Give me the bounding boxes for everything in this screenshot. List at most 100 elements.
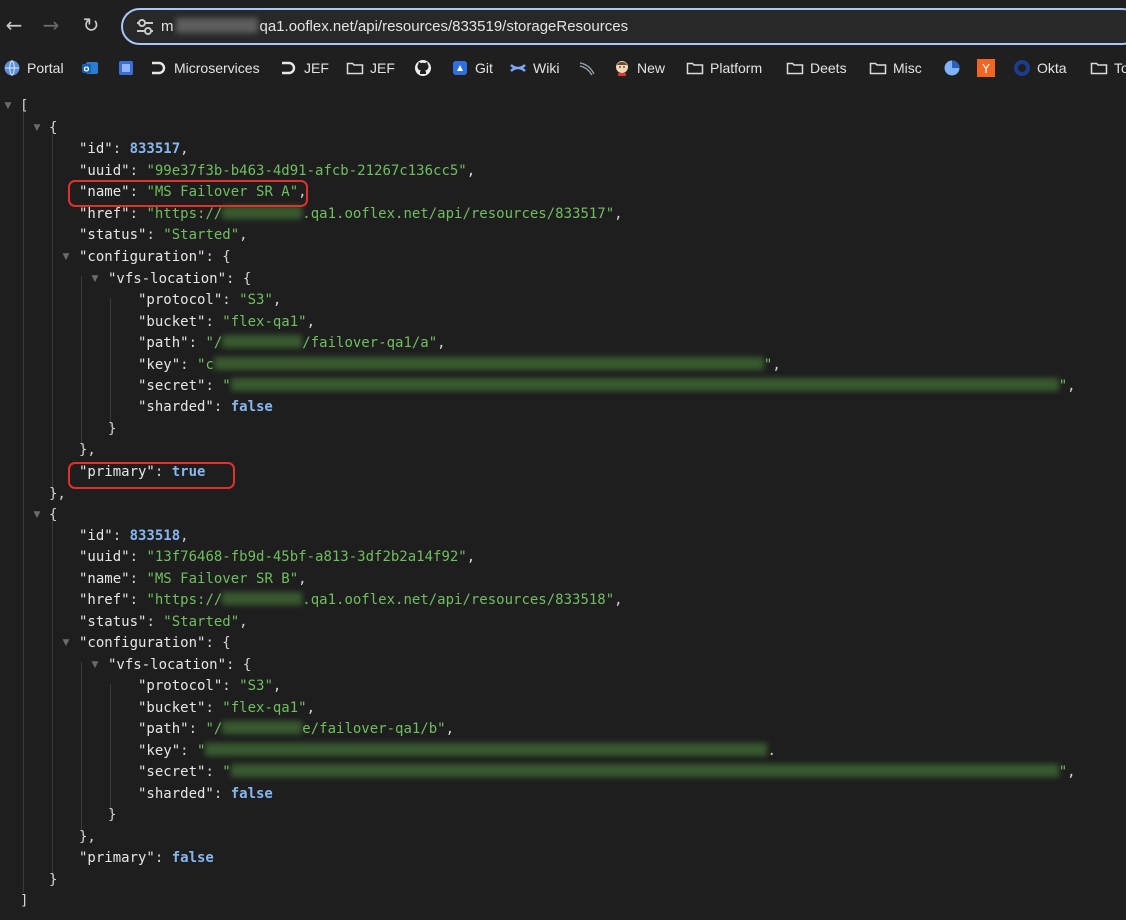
json-line-status: "status": "Started", [79, 614, 248, 630]
json-object-close: } [108, 807, 117, 823]
ooflex-logo-icon [280, 59, 298, 77]
json-line-secret: "secret": " ", [138, 378, 1076, 394]
highlight-name-box [68, 180, 308, 207]
redacted-text [213, 357, 764, 370]
indent-guide [52, 520, 53, 880]
browser-chrome: ← → ↻ m qa1.ooflex.net/api/resources/8335… [0, 0, 1126, 90]
svg-text:Y: Y [981, 62, 990, 76]
swoosh-icon [578, 59, 596, 77]
url-prefix: m [161, 18, 174, 35]
gitlab-icon [451, 59, 469, 77]
json-line-name: "name": "MS Failover SR B", [79, 571, 307, 587]
json-line-sharded: "sharded": false [138, 399, 273, 415]
json-line-secret: "secret": " ", [138, 764, 1076, 780]
json-line-status: "status": "Started", [79, 227, 248, 243]
json-line-id: "id": 833518, [79, 528, 189, 544]
globe-icon [3, 59, 21, 77]
folder-icon [346, 59, 364, 77]
bookmark-label: JEF [370, 60, 395, 76]
json-line-configuration: "configuration": { [79, 635, 231, 651]
bookmark-folder-platform[interactable]: Platform [686, 54, 762, 82]
bookmark-outlook[interactable]: O [81, 54, 105, 82]
address-bar[interactable]: m qa1.ooflex.net/api/resources/833519/sto… [121, 8, 1126, 45]
bookmark-git[interactable]: Git [451, 54, 493, 82]
bookmark-folder-jef[interactable]: JEF [346, 54, 395, 82]
bookmark-new[interactable]: New [613, 54, 665, 82]
folder-icon [869, 59, 887, 77]
bookmark-label: Microservices [174, 60, 260, 76]
json-line-bucket: "bucket": "flex-qa1", [138, 314, 316, 330]
json-object-close: }, [49, 486, 66, 502]
bookmark-label: New [637, 60, 666, 76]
json-line-href: "href": "https://.qa1.ooflex.net/api/res… [79, 592, 623, 608]
json-object-close: } [108, 421, 117, 437]
json-line-bucket: "bucket": "flex-qa1", [138, 700, 316, 716]
json-line-href: "href": "https://.qa1.ooflex.net/api/res… [79, 206, 623, 222]
y-combinator-icon: Y [977, 59, 995, 77]
indent-guide [81, 662, 82, 832]
collapse-toggle[interactable]: ▼ [31, 505, 43, 526]
bookmark-jef[interactable]: JEF [280, 54, 329, 82]
bookmark-microservices[interactable]: Microservices [150, 54, 260, 82]
indent-guide [81, 276, 82, 446]
collapse-toggle[interactable]: ▼ [60, 633, 72, 654]
collapse-toggle[interactable]: ▼ [2, 96, 14, 117]
bookmark-folder-misc[interactable]: Misc [869, 54, 922, 82]
json-line-configuration: "configuration": { [79, 249, 231, 265]
collapse-toggle[interactable]: ▼ [60, 247, 72, 268]
json-open-bracket: [ [20, 98, 29, 114]
forward-button[interactable]: → [38, 12, 64, 38]
indent-guide [23, 112, 24, 892]
folder-icon [786, 59, 804, 77]
json-object-open: { [49, 507, 58, 523]
bookmark-github[interactable] [414, 54, 438, 82]
json-line-path: "path": "//failover-qa1/a", [138, 335, 446, 351]
indent-guide [110, 684, 111, 812]
bookmark-folder-deets[interactable]: Deets [786, 54, 847, 82]
redacted-text [222, 592, 303, 605]
folder-icon [686, 59, 704, 77]
redacted-text [222, 206, 303, 219]
okta-icon [1013, 59, 1031, 77]
redacted-text [222, 721, 303, 734]
collapse-toggle[interactable]: ▼ [31, 118, 43, 139]
url-suffix: qa1.ooflex.net/api/resources/833519/stor… [259, 18, 629, 35]
json-line-protocol: "protocol": "S3", [138, 678, 282, 694]
json-object-open: { [49, 120, 58, 136]
json-line-key: "key": ". [138, 743, 776, 759]
outlook-icon: O [81, 59, 99, 77]
bookmark-folder-to[interactable]: To [1090, 54, 1126, 82]
pie-icon [943, 59, 961, 77]
collapse-toggle[interactable]: ▼ [89, 655, 101, 676]
json-line-vfs-location: "vfs-location": { [108, 271, 252, 287]
indent-guide [52, 134, 53, 494]
highlight-primary-box [68, 462, 235, 489]
redacted-host [175, 18, 258, 33]
redacted-text [205, 743, 768, 756]
redacted-text [230, 764, 1059, 777]
bookmark-label: Platform [710, 60, 763, 76]
json-line-sharded: "sharded": false [138, 786, 273, 802]
bookmark-app[interactable] [117, 54, 141, 82]
bookmark-label: Portal [27, 60, 64, 76]
json-line-uuid: "uuid": "13f76468-fb9d-45bf-a813-3df2b2a… [79, 549, 476, 565]
json-object-close: }, [79, 829, 96, 845]
json-line-key: "key": "c ", [138, 357, 781, 373]
site-settings-icon[interactable] [135, 18, 155, 36]
bookmark-swoosh[interactable] [578, 54, 602, 82]
json-close-bracket: ] [20, 893, 29, 909]
reload-button[interactable]: ↻ [78, 12, 104, 38]
url-text[interactable]: m qa1.ooflex.net/api/resources/833519/sto… [161, 10, 628, 43]
folder-icon [1090, 59, 1108, 77]
bookmark-pie[interactable] [943, 54, 967, 82]
redacted-text [230, 378, 1059, 391]
bookmark-ycombinator[interactable]: Y [977, 54, 1001, 82]
back-button[interactable]: ← [1, 12, 27, 38]
bookmark-wiki[interactable]: Wiki [509, 54, 559, 82]
bookmark-okta[interactable]: Okta [1013, 54, 1067, 82]
bookmark-label: Git [475, 60, 493, 76]
bookmark-portal[interactable]: Portal [3, 54, 64, 82]
indent-guide [110, 298, 111, 426]
collapse-toggle[interactable]: ▼ [89, 269, 101, 290]
bookmarks-bar: Portal O Microservices JEF JEF Git Wiki [0, 54, 1126, 82]
